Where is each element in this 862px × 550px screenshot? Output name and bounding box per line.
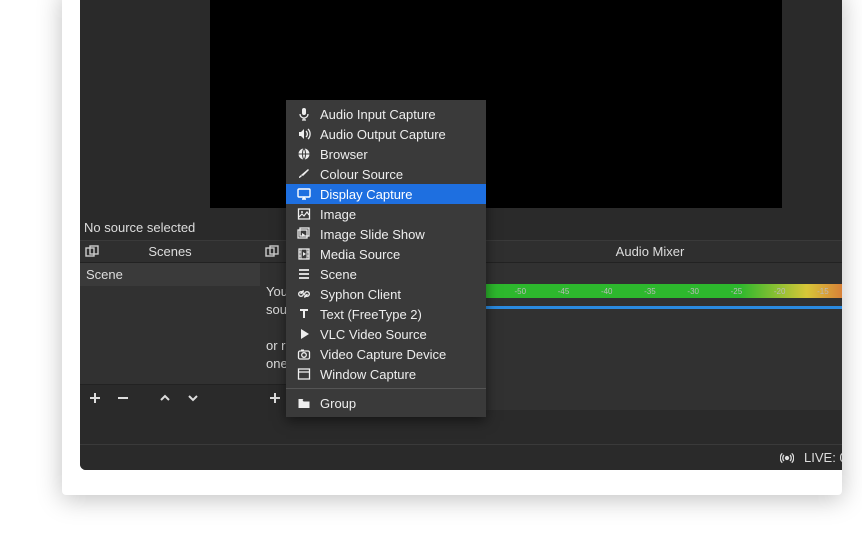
globe-icon <box>296 146 312 162</box>
play-icon <box>296 326 312 342</box>
tick: -35 <box>644 287 656 296</box>
menu-item-video-capture-device[interactable]: Video Capture Device <box>286 344 486 364</box>
menu-item-group[interactable]: Group <box>286 393 486 413</box>
film-icon <box>296 246 312 262</box>
menu-item-audio-input-capture[interactable]: Audio Input Capture <box>286 104 486 124</box>
add-scene-button[interactable] <box>84 387 106 409</box>
menu-item-label: Audio Output Capture <box>320 127 446 142</box>
menu-item-label: Display Capture <box>320 187 413 202</box>
menu-separator <box>286 388 486 389</box>
menu-item-label: Colour Source <box>320 167 403 182</box>
menu-item-label: Video Capture Device <box>320 347 446 362</box>
menu-item-label: Media Source <box>320 247 400 262</box>
menu-item-text-freetype-2-[interactable]: Text (FreeType 2) <box>286 304 486 324</box>
menu-item-window-capture[interactable]: Window Capture <box>286 364 486 384</box>
window-icon <box>296 366 312 382</box>
link-icon <box>296 286 312 302</box>
menu-item-vlc-video-source[interactable]: VLC Video Source <box>286 324 486 344</box>
live-status-label: LIVE: 00:00 <box>804 450 842 465</box>
tick: -50 <box>514 287 526 296</box>
menu-item-label: Image <box>320 207 356 222</box>
menu-item-syphon-client[interactable]: Syphon Client <box>286 284 486 304</box>
menu-item-colour-source[interactable]: Colour Source <box>286 164 486 184</box>
menu-item-display-capture[interactable]: Display Capture <box>286 184 486 204</box>
status-bar: LIVE: 00:00 <box>80 444 842 470</box>
camera-icon <box>296 346 312 362</box>
scene-item[interactable]: Scene <box>80 263 260 286</box>
no-source-label: No source selected <box>84 220 195 235</box>
menu-item-browser[interactable]: Browser <box>286 144 486 164</box>
add-source-button[interactable] <box>264 387 286 409</box>
popout-icon[interactable] <box>264 244 280 260</box>
menu-item-audio-output-capture[interactable]: Audio Output Capture <box>286 124 486 144</box>
speaker-icon <box>296 126 312 142</box>
menu-item-label: Syphon Client <box>320 287 401 302</box>
menu-item-label: Audio Input Capture <box>320 107 436 122</box>
scenes-footer <box>80 384 260 410</box>
scenes-body[interactable]: Scene <box>80 263 260 384</box>
brush-icon <box>296 166 312 182</box>
tick: -20 <box>774 287 786 296</box>
menu-item-label: Text (FreeType 2) <box>320 307 422 322</box>
audio-channel-label: Mic/Aux <box>426 267 842 282</box>
menu-item-image[interactable]: Image <box>286 204 486 224</box>
menu-item-label: Scene <box>320 267 357 282</box>
mic-icon <box>296 106 312 122</box>
scene-list-icon <box>296 266 312 282</box>
scenes-panel: Scenes Scene <box>80 240 260 410</box>
slider-track <box>426 306 842 309</box>
menu-item-label: Window Capture <box>320 367 416 382</box>
image-icon <box>296 206 312 222</box>
slideshow-icon <box>296 226 312 242</box>
audio-meter-ticks: -60 -55 -50 -45 -40 -35 -30 -25 -20 -15 … <box>426 284 842 298</box>
move-scene-up-button[interactable] <box>154 387 176 409</box>
scenes-header: Scenes <box>80 241 260 263</box>
tick: -40 <box>601 287 613 296</box>
audio-mixer-title: Audio Mixer <box>616 244 685 259</box>
tick: -15 <box>817 287 829 296</box>
menu-item-image-slide-show[interactable]: Image Slide Show <box>286 224 486 244</box>
menu-item-media-source[interactable]: Media Source <box>286 244 486 264</box>
folder-icon <box>296 395 312 411</box>
menu-item-label: Image Slide Show <box>320 227 425 242</box>
add-source-context-menu[interactable]: Audio Input Capture Audio Output Capture B… <box>286 100 486 417</box>
audio-meter: -60 -55 -50 -45 -40 -35 -30 -25 -20 -15 … <box>426 284 842 298</box>
popout-icon[interactable] <box>84 244 100 260</box>
tick: -45 <box>558 287 570 296</box>
tick: -30 <box>687 287 699 296</box>
menu-item-label: Browser <box>320 147 368 162</box>
menu-item-label: Group <box>320 396 356 411</box>
volume-slider[interactable] <box>426 302 842 312</box>
move-scene-down-button[interactable] <box>182 387 204 409</box>
monitor-icon <box>296 186 312 202</box>
broadcast-icon <box>780 451 794 465</box>
tick: -25 <box>731 287 743 296</box>
text-icon <box>296 306 312 322</box>
menu-item-scene[interactable]: Scene <box>286 264 486 284</box>
scenes-title: Scenes <box>148 244 191 259</box>
menu-item-label: VLC Video Source <box>320 327 427 342</box>
remove-scene-button[interactable] <box>112 387 134 409</box>
